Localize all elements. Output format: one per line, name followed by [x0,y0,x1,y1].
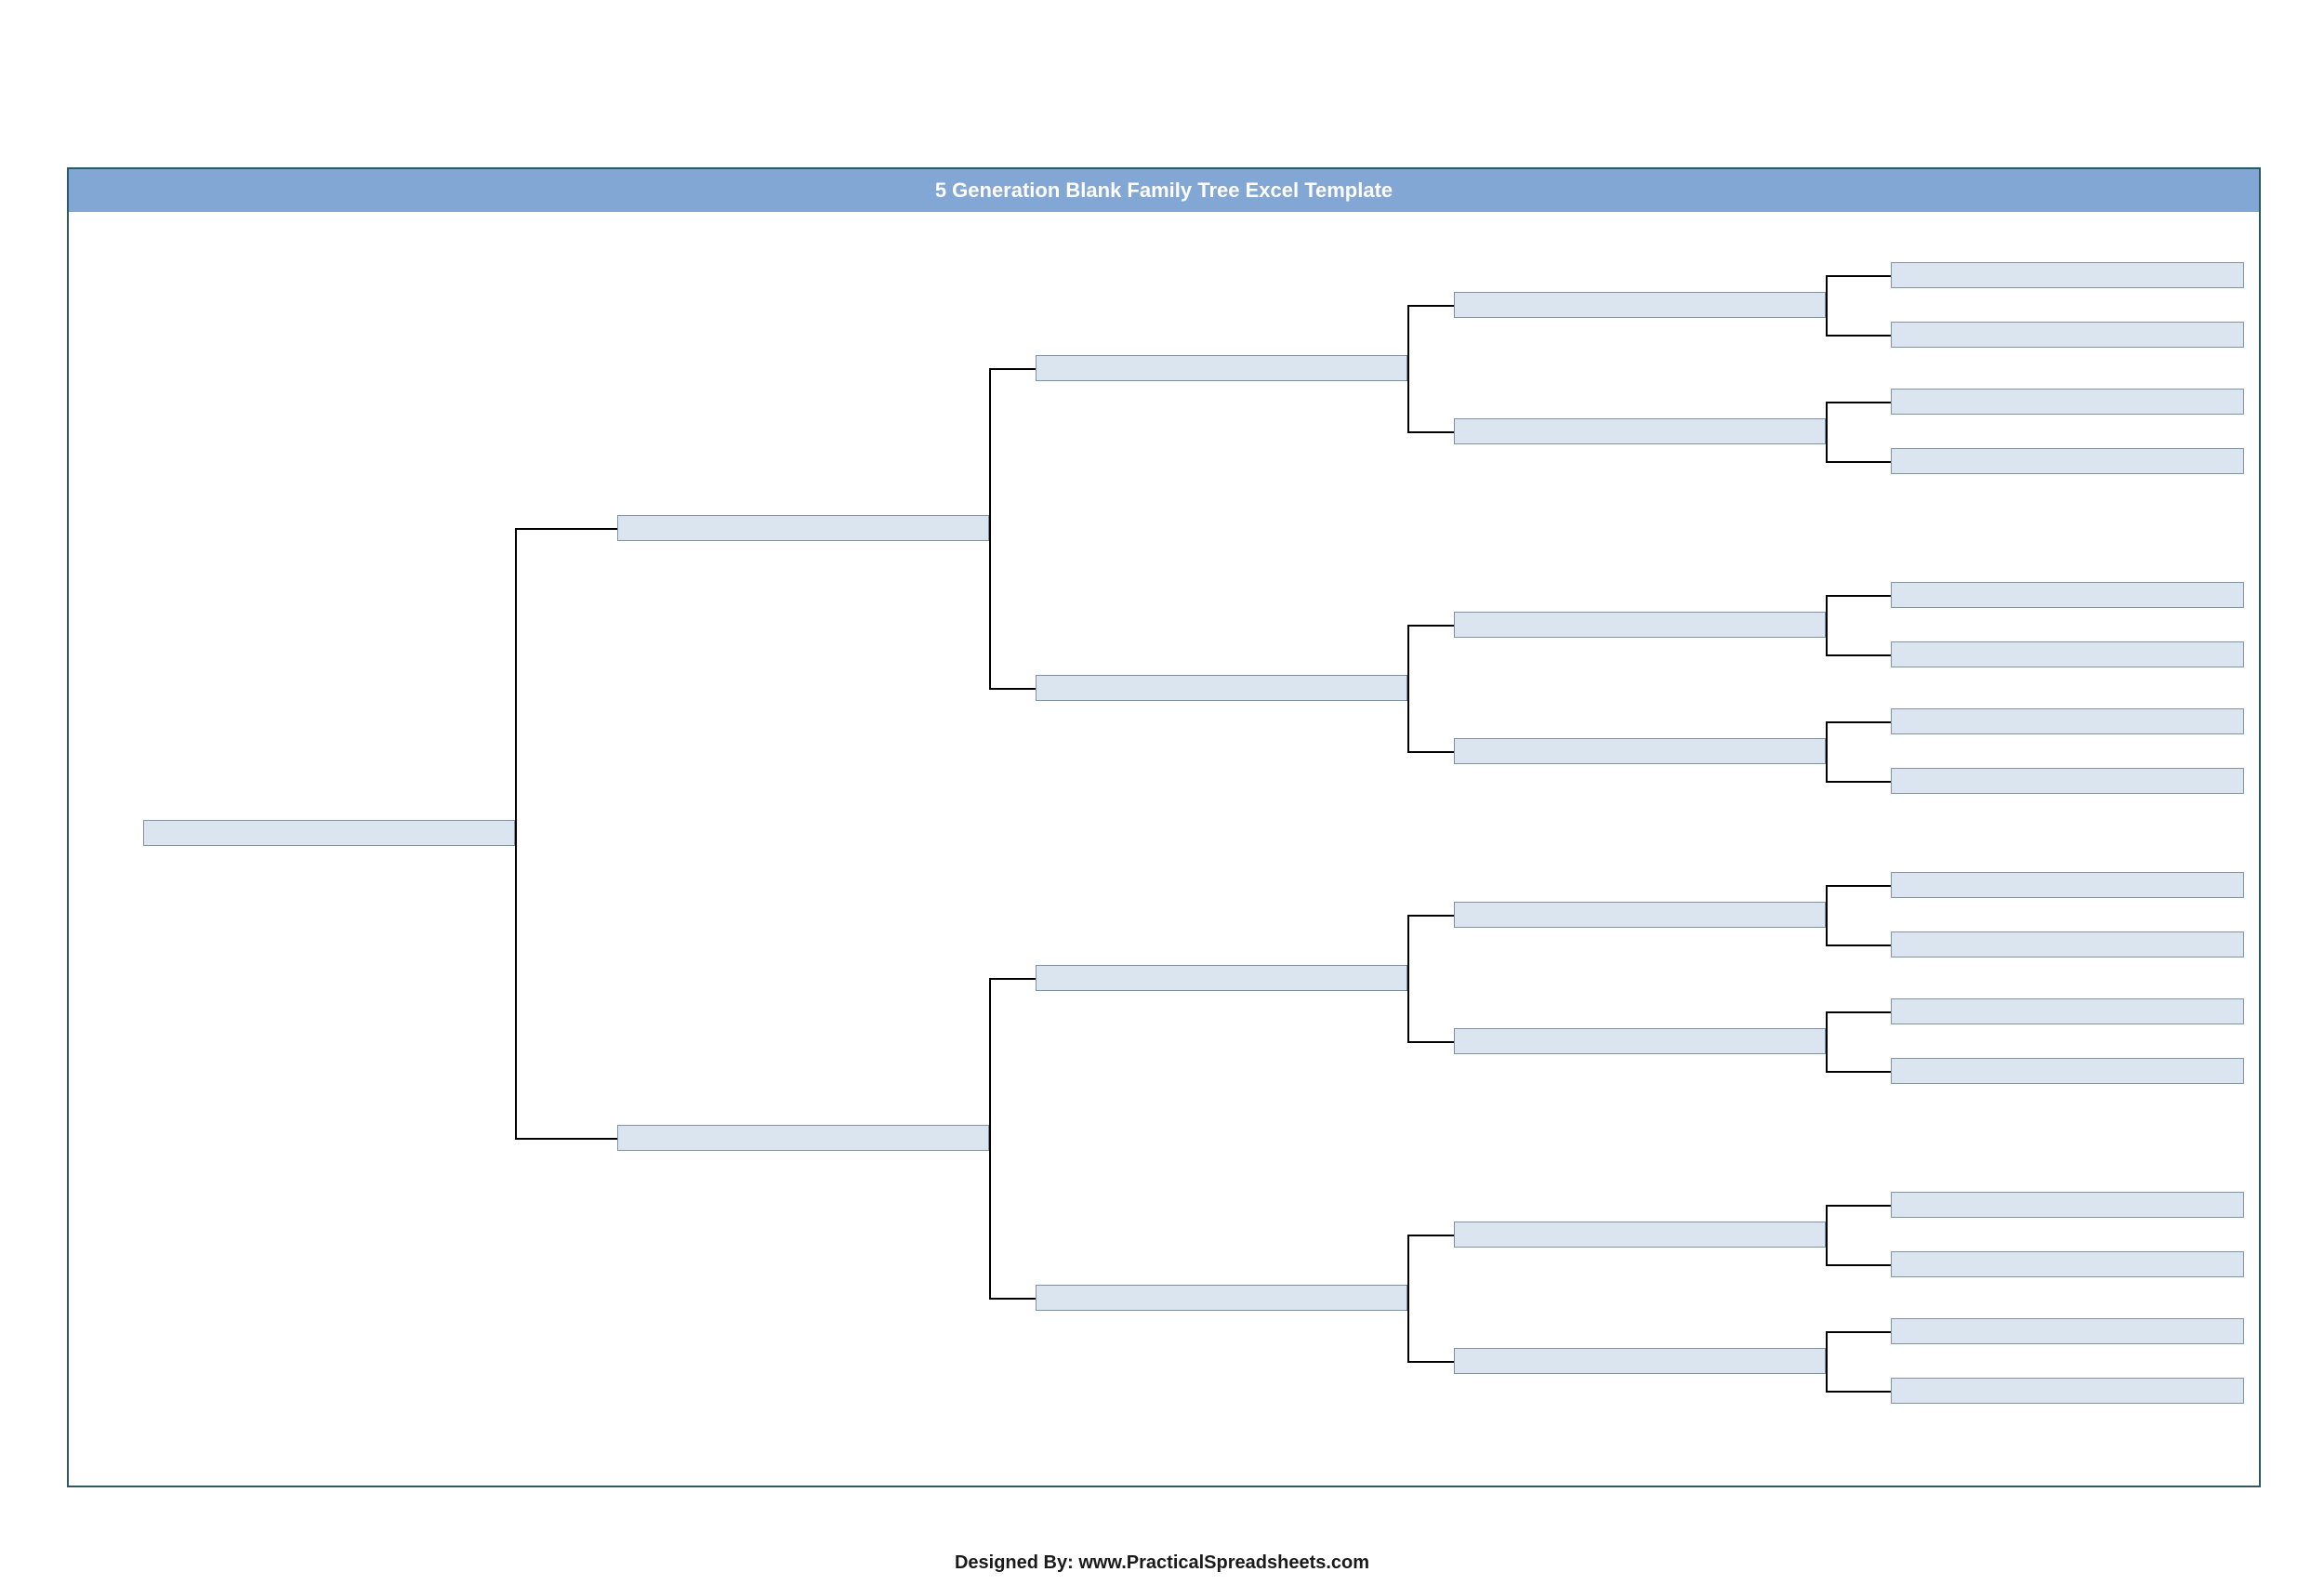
connector [1407,1361,1454,1363]
gen5-cell-7[interactable] [1891,768,2244,794]
gen4-cell-2[interactable] [1454,612,1826,638]
connector [1826,1011,1891,1013]
gen5-cell-8[interactable] [1891,872,2244,898]
footer-text: Designed By: www.PracticalSpreadsheets.c… [955,1552,1369,1573]
connector [989,978,991,1298]
connector [1407,1235,1409,1361]
connector [1826,944,1891,946]
connector [1826,654,1891,656]
connector [1826,1011,1828,1071]
gen4-cell-5[interactable] [1454,1028,1826,1054]
gen3-cell-2[interactable] [1036,965,1407,991]
gen5-cell-4[interactable] [1891,582,2244,608]
gen5-cell-12[interactable] [1891,1192,2244,1218]
connector [1826,1264,1891,1266]
gen4-cell-4[interactable] [1454,902,1826,928]
gen5-cell-0[interactable] [1891,262,2244,288]
gen4-cell-6[interactable] [1454,1222,1826,1248]
gen5-cell-9[interactable] [1891,931,2244,958]
gen5-cell-15[interactable] [1891,1378,2244,1404]
connector [989,1298,1036,1300]
connector [1407,625,1409,751]
gen4-cell-0[interactable] [1454,292,1826,318]
connector [1826,595,1828,654]
gen5-cell-6[interactable] [1891,708,2244,734]
connector [1826,885,1891,887]
connector [1826,1205,1828,1264]
gen4-cell-1[interactable] [1454,418,1826,444]
connector [989,368,1036,370]
title-text: 5 Generation Blank Family Tree Excel Tem… [935,178,1393,202]
gen5-cell-5[interactable] [1891,641,2244,667]
connector [1407,625,1454,627]
gen5-cell-13[interactable] [1891,1251,2244,1277]
connector [515,1138,617,1140]
connector [989,978,1036,980]
gen5-cell-1[interactable] [1891,322,2244,348]
connector [1407,431,1454,433]
connector [1826,1331,1828,1391]
gen5-cell-14[interactable] [1891,1318,2244,1344]
connector [1826,721,1828,781]
connector [1826,781,1891,783]
gen3-cell-0[interactable] [1036,355,1407,381]
footer-credit: Designed By: www.PracticalSpreadsheets.c… [0,1552,2324,1574]
connector [1407,305,1454,307]
connector [1826,402,1891,403]
connector [1826,885,1828,944]
connector [1826,335,1891,337]
connector [1826,402,1828,461]
title-bar: 5 Generation Blank Family Tree Excel Tem… [69,169,2259,212]
connector [1826,1391,1891,1393]
connector [1407,1235,1454,1236]
connector [1407,915,1454,917]
connector [1826,275,1891,277]
gen5-cell-11[interactable] [1891,1058,2244,1084]
connector [1826,595,1891,597]
gen4-cell-3[interactable] [1454,738,1826,764]
connector [515,528,617,530]
gen1-cell-0[interactable] [143,820,515,846]
template-frame: 5 Generation Blank Family Tree Excel Tem… [67,167,2261,1487]
gen5-cell-3[interactable] [1891,448,2244,474]
gen2-cell-0[interactable] [617,515,989,541]
connector [1826,721,1891,723]
connector [1407,305,1409,431]
connector [515,528,517,1138]
connector [1407,1041,1454,1043]
connector [1826,1071,1891,1073]
connector [1826,1205,1891,1207]
gen5-cell-2[interactable] [1891,389,2244,415]
gen5-cell-10[interactable] [1891,998,2244,1024]
connector [1407,915,1409,1041]
gen4-cell-7[interactable] [1454,1348,1826,1374]
gen3-cell-1[interactable] [1036,675,1407,701]
connector [989,688,1036,690]
connector [1826,461,1891,463]
connector [1826,275,1828,335]
gen2-cell-1[interactable] [617,1125,989,1151]
connector [989,368,991,688]
gen3-cell-3[interactable] [1036,1285,1407,1311]
connector [1407,751,1454,753]
connector [1826,1331,1891,1333]
